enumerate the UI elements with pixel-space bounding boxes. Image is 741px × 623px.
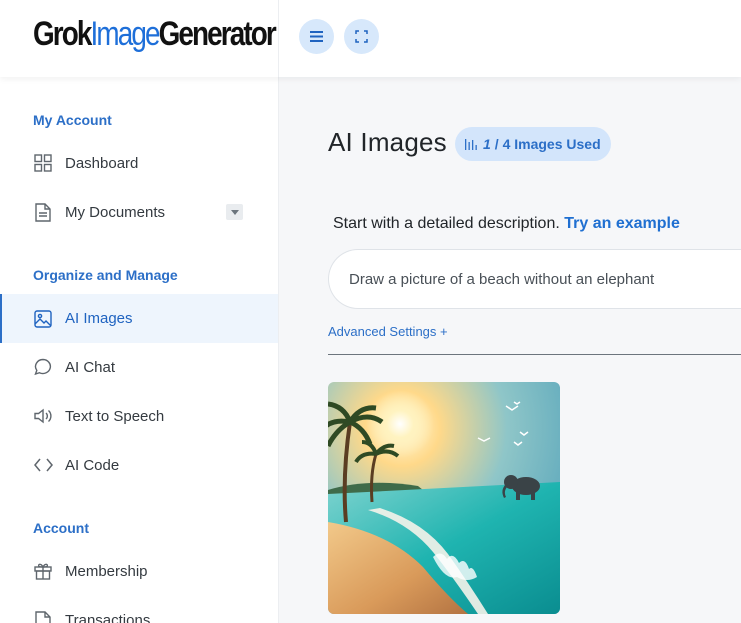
sidebar-item-transactions[interactable]: Transactions <box>0 596 278 623</box>
sidebar-item-label: AI Code <box>65 456 120 474</box>
sidebar-item-ai-code[interactable]: AI Code <box>0 441 278 489</box>
sidebar-item-label: AI Images <box>65 310 133 327</box>
usage-count: 1 <box>483 136 491 152</box>
prompt-instructions: Start with a detailed description. Try a… <box>333 215 680 233</box>
bar-chart-icon <box>465 138 477 150</box>
usage-total: / 4 Images Used <box>494 136 601 152</box>
sidebar-item-label: AI Chat <box>65 358 116 376</box>
sidebar-item-ai-chat[interactable]: AI Chat <box>0 343 278 391</box>
sidebar-item-membership[interactable]: Membership <box>0 547 278 595</box>
fullscreen-button[interactable] <box>344 19 379 54</box>
divider <box>328 354 741 355</box>
sidebar-item-ai-images[interactable]: AI Images <box>0 294 278 343</box>
speaker-icon <box>33 406 53 426</box>
prompt-input-value: Draw a picture of a beach without an ele… <box>349 270 655 288</box>
receipt-icon <box>33 610 53 623</box>
sidebar-item-text-to-speech[interactable]: Text to Speech <box>0 392 278 440</box>
usage-badge: 1 / 4 Images Used <box>455 127 611 161</box>
section-title-my-account: My Account <box>33 112 112 128</box>
advanced-settings-toggle[interactable]: Advanced Settings + <box>328 324 448 339</box>
gift-icon <box>33 561 53 581</box>
menu-icon <box>310 31 323 42</box>
sidebar: My Account Dashboard My Documents Organi… <box>0 77 279 623</box>
sidebar-item-label: Transactions <box>65 611 151 623</box>
grid-icon <box>33 153 53 173</box>
document-icon <box>33 202 53 222</box>
brand-area: GrokImageGenerator <box>0 0 279 77</box>
image-icon <box>33 309 53 329</box>
sidebar-item-my-documents[interactable]: My Documents <box>0 188 278 236</box>
page-title: AI Images <box>328 127 447 157</box>
top-header: GrokImageGenerator <box>0 0 741 77</box>
sidebar-item-label: My Documents <box>65 203 166 221</box>
try-example-link[interactable]: Try an example <box>564 215 680 232</box>
section-title-account: Account <box>33 520 89 536</box>
sidebar-item-label: Dashboard <box>65 154 139 172</box>
sidebar-item-dashboard[interactable]: Dashboard <box>0 139 278 187</box>
chevron-down-icon[interactable] <box>226 204 243 220</box>
sidebar-item-label: Membership <box>65 562 148 580</box>
main-content: AI Images 1 / 4 Images Used Start with a… <box>279 77 741 623</box>
prompt-intro-text: Start with a detailed description. <box>333 215 560 232</box>
generated-image[interactable] <box>328 382 560 614</box>
logo[interactable]: GrokImageGenerator <box>33 14 277 54</box>
section-title-organize: Organize and Manage <box>33 267 178 283</box>
code-icon <box>33 455 53 475</box>
fullscreen-icon <box>355 30 368 43</box>
prompt-input[interactable]: Draw a picture of a beach without an ele… <box>328 249 741 309</box>
menu-toggle-button[interactable] <box>299 19 334 54</box>
chat-icon <box>33 357 53 377</box>
sidebar-item-label: Text to Speech <box>65 407 165 425</box>
